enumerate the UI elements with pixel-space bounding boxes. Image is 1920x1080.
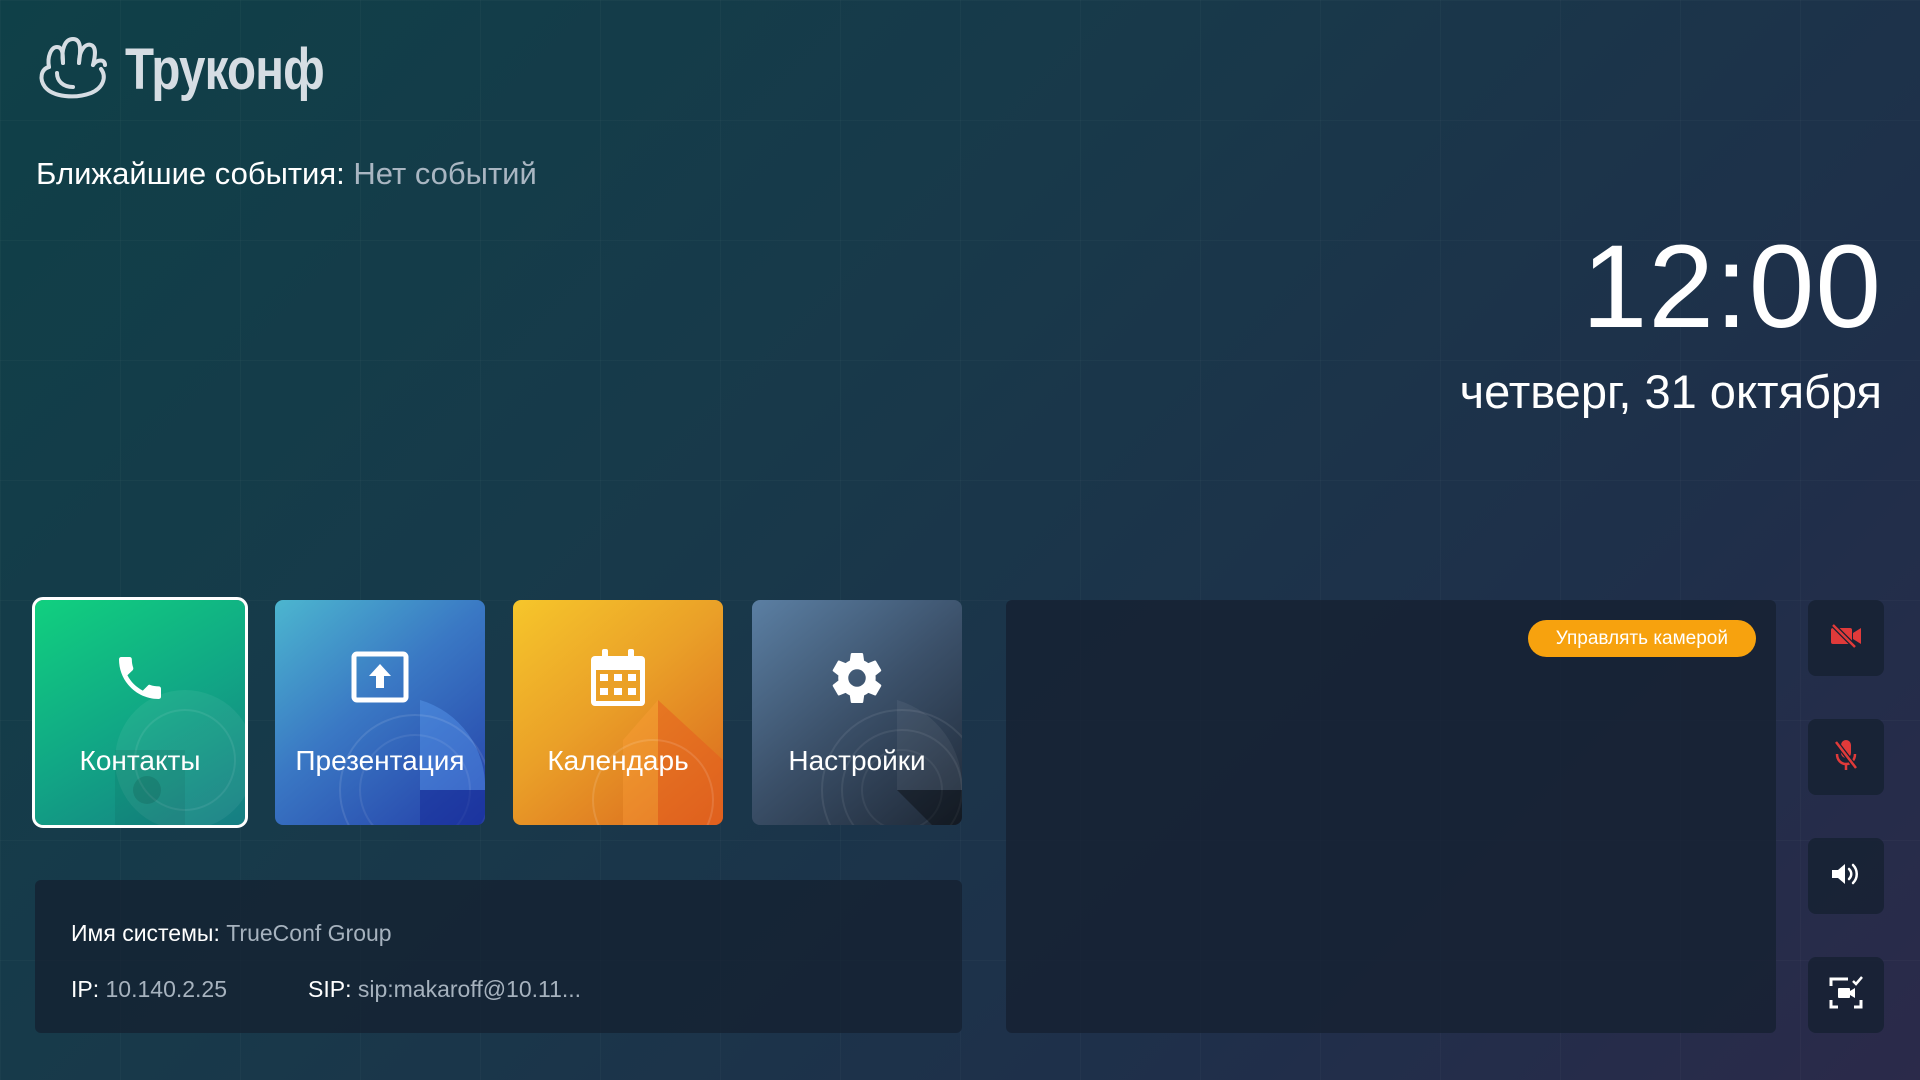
trueconf-hand-icon: [35, 33, 113, 106]
ip-value: 10.140.2.25: [105, 976, 228, 1002]
tile-calendar[interactable]: Календарь: [513, 600, 723, 825]
tile-contacts[interactable]: Контакты: [32, 597, 248, 828]
tile-label: Календарь: [547, 745, 689, 776]
phone-icon: [35, 650, 245, 706]
ip-label: IP:: [71, 976, 100, 1002]
tile-settings[interactable]: Настройки: [752, 600, 962, 825]
tile-decoration: [339, 700, 485, 825]
camera-control-button[interactable]: Управлять камерой: [1527, 620, 1756, 657]
calendar-icon: [513, 646, 723, 710]
screen-select-button[interactable]: [1808, 957, 1884, 1033]
tile-decoration: [115, 690, 245, 825]
speaker-button[interactable]: [1808, 838, 1884, 914]
clock-time: 12:00: [1581, 221, 1882, 353]
camera-preview: Управлять камерой: [1006, 600, 1776, 1033]
tile-label: Настройки: [788, 745, 926, 776]
screen-select-icon: [1828, 975, 1864, 1016]
events-label: Ближайшие события:: [36, 156, 345, 191]
system-sip: SIP: sip:makaroff@10.11...: [308, 976, 581, 1003]
system-name-value: TrueConf Group: [226, 920, 392, 946]
tile-decoration: [592, 700, 723, 825]
logo-text: Труконф: [125, 36, 325, 102]
tile-decoration: [821, 700, 962, 825]
system-info-panel: Имя системы: TrueConf Group IP: 10.140.2…: [35, 880, 962, 1033]
system-name: Имя системы: TrueConf Group: [71, 920, 392, 947]
events-value: Нет событий: [353, 156, 537, 191]
speaker-icon: [1829, 860, 1863, 893]
tile-label: Контакты: [79, 745, 201, 776]
system-name-label: Имя системы:: [71, 920, 220, 946]
sip-value: sip:makaroff@10.11...: [357, 976, 582, 1002]
upload-screen-icon: [275, 650, 485, 706]
logo: Труконф: [35, 34, 368, 104]
camera-off-icon: [1829, 622, 1863, 654]
tile-presentation[interactable]: Презентация: [275, 600, 485, 825]
camera-toggle-button[interactable]: [1808, 600, 1884, 676]
microphone-toggle-button[interactable]: [1808, 719, 1884, 795]
sip-label: SIP:: [308, 976, 352, 1002]
mic-off-icon: [1833, 738, 1859, 777]
upcoming-events: Ближайшие события: Нет событий: [36, 156, 537, 192]
tile-label: Презентация: [295, 745, 465, 776]
gear-icon: [752, 648, 962, 708]
clock-date: четверг, 31 октября: [1459, 365, 1882, 418]
system-ip: IP: 10.140.2.25: [71, 976, 227, 1003]
